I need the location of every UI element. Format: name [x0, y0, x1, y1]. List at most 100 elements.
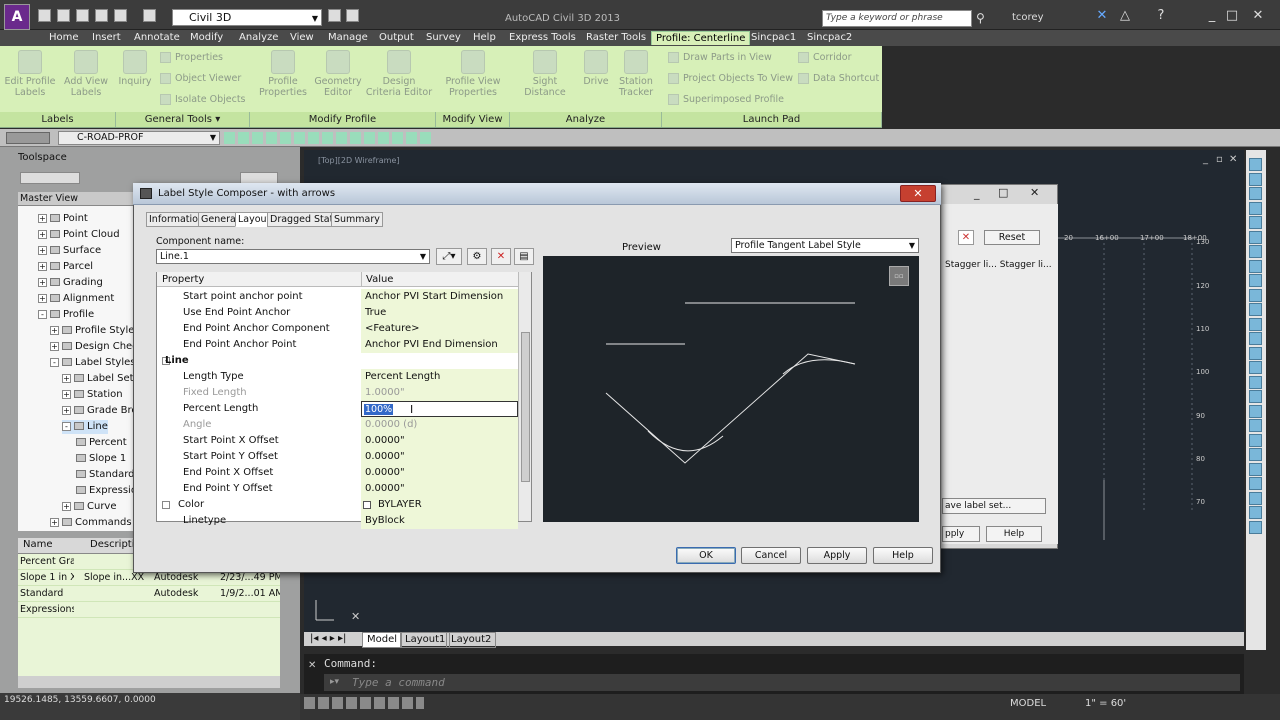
tree-item-grading[interactable]: + Grading — [38, 276, 103, 290]
geometry-editor-button[interactable]: Geometry Editor — [312, 50, 364, 98]
ribbon-tab-express-tools[interactable]: Express Tools — [505, 31, 580, 45]
profile-view-properties-button[interactable]: Profile View Properties — [442, 50, 504, 98]
viewport-restore-icon[interactable]: ▫ — [1216, 154, 1223, 165]
ribbon-tab-view[interactable]: View — [286, 31, 318, 45]
tree-item-point[interactable]: + Point — [38, 212, 88, 226]
tool-icon[interactable] — [1249, 288, 1262, 302]
property-row[interactable]: Fixed Length 1.0000" — [160, 385, 518, 401]
station-tracker-button[interactable]: Station Tracker — [616, 50, 656, 98]
command-input[interactable]: Type a command — [324, 674, 1240, 691]
list-item[interactable]: Expressions — [18, 602, 280, 618]
tool-icon[interactable] — [1249, 477, 1262, 490]
ribbon-tab-analyze[interactable]: Analyze — [235, 31, 282, 45]
checkbox[interactable] — [162, 501, 170, 509]
bg-minimize-icon[interactable]: _ — [974, 187, 980, 200]
save-label-set-button[interactable]: ave label set... — [942, 498, 1046, 514]
corridor-button[interactable]: Corridor — [798, 50, 851, 66]
preview-zoom-button[interactable]: ▫▫ — [889, 266, 909, 286]
tool-icon[interactable] — [1249, 230, 1262, 244]
profile-properties-button[interactable]: Profile Properties — [258, 50, 308, 98]
delete-component-button[interactable]: ✕ — [491, 248, 511, 265]
tree-item-station[interactable]: + Station — [62, 388, 123, 402]
qat-dropdown-icon[interactable] — [346, 9, 359, 22]
ribbon-tab-modify[interactable]: Modify — [186, 31, 227, 45]
expand-icon[interactable]: + — [38, 245, 47, 255]
property-row[interactable]: Color BYLAYER — [160, 497, 518, 513]
application-menu-button[interactable]: A — [4, 4, 30, 30]
save-icon[interactable] — [76, 9, 89, 22]
tool-icon[interactable] — [1249, 172, 1262, 186]
tree-item-percent[interactable]: Percent — [76, 436, 127, 450]
property-row[interactable]: Length Type Percent Length — [160, 369, 518, 385]
collapse-icon[interactable]: - — [50, 357, 59, 367]
tool-icon[interactable] — [1249, 259, 1262, 273]
ribbon-tab-help[interactable]: Help — [469, 31, 500, 45]
drive-button[interactable]: Drive — [580, 50, 612, 87]
minimize-icon[interactable]: _ — [1203, 8, 1221, 23]
tool-icon[interactable] — [1249, 491, 1262, 505]
delete-icon[interactable]: ✕ — [958, 230, 974, 245]
collapse-icon[interactable]: - — [62, 421, 71, 431]
viewport-minimize-icon[interactable]: _ — [1203, 154, 1208, 165]
expand-icon[interactable]: + — [38, 213, 47, 223]
new-icon[interactable] — [38, 9, 51, 22]
add-view-labels-button[interactable]: Add View Labels — [60, 50, 112, 98]
tool-icon[interactable] — [1249, 346, 1262, 360]
expand-icon[interactable]: + — [62, 501, 71, 511]
property-grid-scrollbar[interactable] — [518, 272, 531, 521]
ribbon-tab-raster-tools[interactable]: Raster Tools — [582, 31, 650, 45]
open-icon[interactable] — [57, 9, 70, 22]
ok-button[interactable]: OK — [676, 547, 736, 564]
tool-icon[interactable] — [1249, 332, 1262, 345]
tree-item-label-styles[interactable]: - Label Styles — [50, 356, 135, 370]
search-input[interactable]: Type a keyword or phrase — [822, 10, 972, 27]
workspace-switch-icon[interactable] — [328, 9, 341, 22]
tree-item-standard[interactable]: Standard — [76, 468, 135, 482]
property-row[interactable]: Linetype ByBlock — [160, 513, 518, 529]
tool-icon[interactable] — [1249, 187, 1262, 200]
expand-icon[interactable]: + — [38, 293, 47, 303]
tool-icon[interactable] — [1249, 520, 1262, 534]
expand-icon[interactable]: + — [50, 341, 59, 351]
component-name-select[interactable]: Line.1 ▼ — [156, 249, 430, 264]
close-command-icon[interactable]: ✕ — [308, 660, 316, 671]
tab-model[interactable]: Model — [362, 632, 403, 648]
tree-item-label-sets[interactable]: + Label Sets — [62, 372, 136, 386]
tree-item-profile[interactable]: - Profile — [38, 308, 94, 322]
draw-parts-in-view-button[interactable]: Draw Parts in View — [668, 50, 772, 66]
scroll-thumb[interactable] — [521, 332, 530, 482]
tab-scroll-arrows[interactable]: |◂ ◂ ▸ ▸| — [306, 632, 350, 646]
design-criteria-editor-button[interactable]: Design Criteria Editor — [364, 50, 434, 98]
viewport-close-icon[interactable]: ✕ — [1229, 154, 1237, 165]
layer-state-icons[interactable] — [6, 132, 50, 144]
redo-icon[interactable] — [143, 9, 156, 22]
panel-general-tools[interactable]: General Tools ▾ — [116, 112, 250, 127]
workspace-select[interactable]: Civil 3D ▼ — [172, 9, 322, 26]
toolspace-view-buttons[interactable] — [20, 172, 80, 184]
tool-icon[interactable] — [1249, 216, 1262, 229]
data-shortcut-button[interactable]: Data Shortcut — [798, 71, 879, 87]
column-name[interactable]: Name — [23, 539, 53, 550]
tree-item-design-checks[interactable]: + Design Checks — [50, 340, 136, 354]
property-row[interactable]: Start point anchor point Anchor PVI Start… — [160, 289, 518, 305]
sight-distance-button[interactable]: Sight Distance — [512, 50, 578, 98]
property-row[interactable]: End Point Y Offset 0.0000" — [160, 481, 518, 497]
tab-layout1[interactable]: Layout1 — [400, 632, 451, 648]
property-row[interactable]: Start Point X Offset 0.0000" — [160, 433, 518, 449]
tool-icon[interactable] — [1249, 433, 1262, 447]
tool-icon[interactable] — [1249, 245, 1262, 258]
expand-icon[interactable]: + — [38, 277, 47, 287]
property-row[interactable]: End Point Anchor Point Anchor PVI End Dim… — [160, 337, 518, 353]
tool-icon[interactable] — [1249, 404, 1262, 418]
ribbon-tab-profile-centerline[interactable]: Profile: Centerline — [651, 31, 751, 45]
tool-icon[interactable] — [1249, 462, 1262, 476]
ribbon-tab-output[interactable]: Output — [375, 31, 418, 45]
expand-icon[interactable]: + — [62, 373, 71, 383]
reset-button[interactable]: Reset — [984, 230, 1040, 245]
tree-item-profile-styles[interactable]: + Profile Styles — [50, 324, 136, 338]
property-row[interactable]: Use End Point Anchor True — [160, 305, 518, 321]
dialog-close-button[interactable]: ✕ — [900, 185, 936, 202]
ribbon-tab-home[interactable]: Home — [45, 31, 83, 45]
property-row[interactable]: - Line — [160, 353, 518, 369]
tree-item-expressions[interactable]: Expressions — [76, 484, 136, 498]
